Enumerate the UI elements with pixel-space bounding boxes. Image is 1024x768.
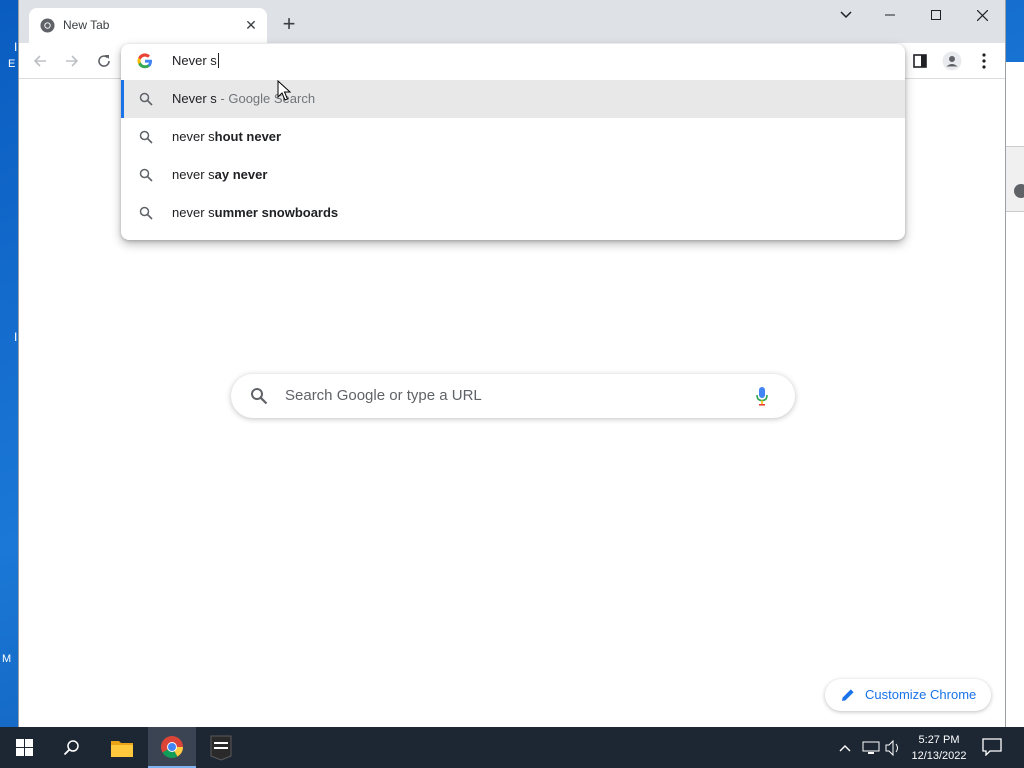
side-panel-button[interactable] bbox=[909, 50, 931, 72]
background-window bbox=[1005, 62, 1024, 727]
file-explorer-button[interactable] bbox=[98, 727, 146, 768]
customize-chrome-label: Customize Chrome bbox=[865, 687, 977, 702]
windows-logo-icon bbox=[15, 739, 33, 756]
suggestion-text: never shout never bbox=[172, 129, 282, 144]
desktop-icon-peek: I bbox=[14, 40, 18, 54]
maximize-icon bbox=[931, 10, 941, 20]
search-icon bbox=[139, 130, 153, 144]
search-icon bbox=[139, 168, 153, 182]
background-window-bar bbox=[1006, 146, 1024, 212]
customize-chrome-button[interactable]: Customize Chrome bbox=[825, 679, 991, 711]
more-vert-icon bbox=[982, 53, 986, 69]
omnibox-text: Never s bbox=[172, 53, 219, 68]
notifications-button[interactable] bbox=[982, 738, 1002, 761]
ntp-search-box[interactable]: Search Google or type a URL bbox=[231, 374, 795, 418]
suggestion-item[interactable]: never say never bbox=[121, 156, 905, 194]
start-button[interactable] bbox=[0, 727, 48, 768]
chrome-logo-icon bbox=[161, 735, 183, 758]
suggestion-item[interactable]: never summer snowboards bbox=[121, 194, 905, 232]
chevron-up-icon bbox=[839, 745, 851, 752]
tab-new-tab[interactable]: New Tab ✕ bbox=[29, 8, 267, 43]
reload-icon bbox=[98, 55, 110, 67]
search-icon bbox=[139, 206, 153, 220]
search-icon bbox=[251, 388, 268, 405]
search-button[interactable] bbox=[48, 727, 96, 768]
omnibox-input[interactable]: Never s bbox=[121, 44, 905, 78]
menu-button[interactable] bbox=[973, 50, 995, 72]
suggestion-item[interactable]: never shout never bbox=[121, 118, 905, 156]
maximize-button[interactable] bbox=[913, 0, 959, 30]
close-window-button[interactable] bbox=[959, 0, 1005, 30]
epic-games-button[interactable] bbox=[197, 727, 245, 768]
tab-close-icon[interactable]: ✕ bbox=[243, 17, 259, 33]
notification-icon bbox=[982, 738, 1002, 757]
volume-icon[interactable] bbox=[884, 739, 902, 761]
network-icon[interactable] bbox=[862, 740, 880, 761]
microphone-icon[interactable] bbox=[755, 386, 769, 406]
profile-icon bbox=[942, 51, 962, 71]
suggestion-item[interactable]: Never s - Google Search bbox=[121, 80, 905, 118]
pencil-icon bbox=[842, 689, 854, 701]
back-button[interactable] bbox=[29, 50, 51, 72]
title-bar: New Tab ✕ + bbox=[19, 0, 1005, 43]
chrome-window: New Tab ✕ + Never s Never s - Google Sea… bbox=[18, 0, 1006, 727]
chrome-taskbar-button[interactable] bbox=[148, 727, 196, 768]
omnibox-dropdown: Never s Never s - Google Search never sh… bbox=[121, 44, 905, 240]
suggestion-text: never say never bbox=[172, 167, 268, 182]
desktop-icon-peek: I bbox=[14, 330, 18, 344]
text-caret bbox=[217, 53, 219, 68]
ntp-search-placeholder: Search Google or type a URL bbox=[285, 387, 482, 404]
folder-icon bbox=[111, 740, 133, 757]
chevron-down-icon bbox=[840, 11, 852, 19]
suggestion-text: never summer snowboards bbox=[172, 205, 339, 220]
reload-button[interactable] bbox=[93, 50, 115, 72]
new-tab-button[interactable]: + bbox=[277, 13, 301, 35]
tab-title: New Tab bbox=[63, 18, 110, 32]
desktop-icon-peek: E bbox=[8, 58, 16, 70]
show-hidden-icons-button[interactable] bbox=[838, 740, 852, 758]
minimize-button[interactable] bbox=[867, 0, 913, 30]
search-icon bbox=[139, 92, 153, 106]
clock-date: 12/13/2022 bbox=[911, 750, 967, 762]
profile-button[interactable] bbox=[941, 50, 963, 72]
clock-time: 5:27 PM bbox=[918, 734, 960, 746]
profile-icon bbox=[1014, 184, 1024, 198]
minimize-icon bbox=[885, 14, 895, 16]
taskbar: 5:27 PM 12/13/2022 bbox=[0, 727, 1024, 768]
search-icon bbox=[63, 739, 79, 755]
google-g-icon bbox=[137, 53, 152, 69]
chrome-logo-icon bbox=[40, 18, 55, 33]
mouse-cursor-icon bbox=[277, 80, 291, 101]
desktop-icon-peek: M bbox=[2, 653, 12, 665]
suggestion-text: Never s - Google Search bbox=[172, 91, 316, 106]
tab-search-button[interactable] bbox=[823, 0, 869, 30]
forward-arrow-icon bbox=[66, 55, 79, 67]
side-panel-icon bbox=[913, 54, 927, 68]
forward-button[interactable] bbox=[61, 50, 83, 72]
system-clock[interactable]: 5:27 PM 12/13/2022 bbox=[906, 732, 972, 764]
close-icon bbox=[976, 9, 988, 21]
back-arrow-icon bbox=[33, 55, 46, 67]
epic-games-icon bbox=[210, 735, 232, 761]
